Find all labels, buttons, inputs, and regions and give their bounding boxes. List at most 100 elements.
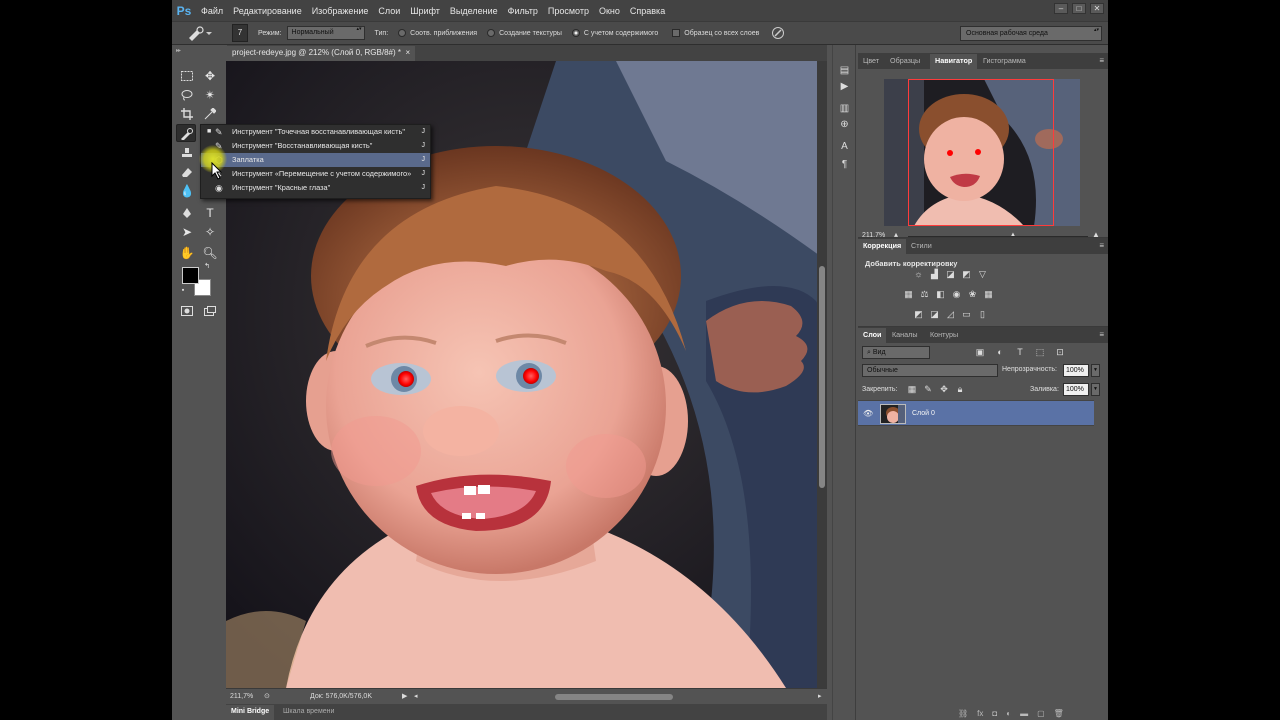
maximize-button[interactable]: □: [1072, 3, 1086, 14]
zoom-tool-icon[interactable]: 🔍︎: [200, 244, 220, 262]
link-layers-icon[interactable]: ⛓︎: [958, 709, 968, 718]
filter-type-icon[interactable]: T: [1014, 346, 1026, 358]
delete-layer-icon[interactable]: 🗑︎: [1054, 709, 1064, 718]
marquee-tool-icon[interactable]: [177, 67, 197, 85]
channel-mixer-icon[interactable]: ❀: [967, 289, 978, 300]
lock-transparency-icon[interactable]: ▦: [906, 383, 918, 395]
move-tool-icon[interactable]: ✥: [200, 67, 220, 85]
opacity-input[interactable]: 100%: [1063, 364, 1089, 377]
lock-pixels-icon[interactable]: ✎: [922, 383, 934, 395]
quick-mask-icon[interactable]: [177, 302, 197, 320]
menu-file[interactable]: Файл: [196, 6, 228, 16]
filter-adjustment-icon[interactable]: ◐: [994, 346, 1006, 358]
filter-shape-icon[interactable]: ⬚: [1034, 346, 1046, 358]
new-layer-icon[interactable]: ▢: [1037, 709, 1045, 718]
visibility-eye-icon[interactable]: 👁︎: [863, 409, 873, 418]
vertical-scrollbar[interactable]: [817, 61, 827, 688]
status-info-icon[interactable]: ⊙: [264, 692, 270, 700]
layer-filter-select[interactable]: ⌕ Вид: [862, 346, 930, 359]
brush-panel-icon[interactable]: ▥: [837, 101, 852, 116]
posterize-icon[interactable]: ◪: [929, 309, 940, 320]
scroll-right-icon[interactable]: ▸: [818, 692, 822, 700]
navigator-view-box[interactable]: [908, 79, 1054, 226]
default-colors-icon[interactable]: ▪: [178, 285, 188, 295]
color-lookup-icon[interactable]: ▦: [983, 289, 994, 300]
panel-menu-icon[interactable]: ≡: [1099, 56, 1104, 65]
tab-paths[interactable]: Контуры: [925, 328, 963, 343]
lasso-tool-icon[interactable]: [177, 86, 197, 104]
close-button[interactable]: ✕: [1090, 3, 1104, 14]
workspace-select[interactable]: Основная рабочая среда: [960, 26, 1102, 41]
scroll-left-icon[interactable]: ◂: [414, 692, 418, 700]
new-group-icon[interactable]: ▬: [1020, 709, 1028, 718]
fill-input[interactable]: 100%: [1063, 383, 1089, 396]
pen-tool-icon[interactable]: [177, 204, 197, 222]
navigator-thumbnail[interactable]: [884, 79, 1080, 226]
character-panel-icon[interactable]: A: [837, 139, 852, 154]
add-mask-icon[interactable]: ◘: [992, 709, 997, 718]
selective-color-icon[interactable]: ▯: [977, 309, 988, 320]
mode-select[interactable]: Нормальный: [286, 26, 365, 40]
type-radio-content-aware[interactable]: [571, 29, 580, 37]
shape-tool-icon[interactable]: ✧: [200, 223, 220, 241]
flyout-item-patch[interactable]: ⬡ Заплатка J: [201, 153, 430, 167]
menu-help[interactable]: Справка: [625, 6, 670, 16]
gradient-map-icon[interactable]: ▭: [961, 309, 972, 320]
tab-styles[interactable]: Стили: [906, 239, 937, 254]
horizontal-scroll-thumb[interactable]: [555, 694, 673, 700]
brightness-icon[interactable]: ☼: [913, 269, 924, 280]
threshold-icon[interactable]: ◿: [945, 309, 956, 320]
flyout-item-spot-healing[interactable]: ■ ✎ Инструмент "Точечная восстанавливающ…: [201, 125, 430, 139]
minimize-button[interactable]: –: [1054, 3, 1068, 14]
black-white-icon[interactable]: ◧: [935, 289, 946, 300]
menu-select[interactable]: Выделение: [445, 6, 503, 16]
menu-image[interactable]: Изображение: [307, 6, 374, 16]
tab-mini-bridge[interactable]: Mini Bridge: [226, 705, 275, 720]
layer-style-icon[interactable]: fx: [977, 709, 983, 718]
photo-filter-icon[interactable]: ◉: [951, 289, 962, 300]
vibrance-icon[interactable]: ▽: [977, 269, 988, 280]
layer-row[interactable]: 👁︎ Слой 0: [858, 400, 1094, 426]
flyout-item-content-aware-move[interactable]: ✕ Инструмент «Перемещение с учетом содер…: [201, 167, 430, 181]
tab-layers[interactable]: Слои: [858, 328, 887, 343]
eraser-tool-icon[interactable]: [177, 163, 197, 181]
tab-histogram[interactable]: Гистограмма: [978, 54, 1031, 69]
tool-preset-picker[interactable]: [184, 23, 214, 43]
foreground-color-swatch[interactable]: [182, 267, 199, 284]
pressure-icon[interactable]: [771, 26, 785, 40]
exposure-icon[interactable]: ◩: [961, 269, 972, 280]
tab-navigator[interactable]: Навигатор: [930, 54, 978, 69]
vertical-scroll-thumb[interactable]: [819, 266, 825, 488]
toolbox-grip[interactable]: ▸▸: [176, 47, 222, 55]
hue-saturation-icon[interactable]: ▦: [903, 289, 914, 300]
new-adjustment-icon[interactable]: ◐: [1006, 709, 1011, 718]
actions-panel-icon[interactable]: ▶: [837, 79, 852, 94]
menu-filter[interactable]: Фильтр: [503, 6, 543, 16]
tab-channels[interactable]: Каналы: [887, 328, 923, 343]
menu-window[interactable]: Окно: [594, 6, 625, 16]
status-menu-arrow-icon[interactable]: ▶: [402, 692, 407, 700]
hand-tool-icon[interactable]: ✋: [177, 244, 197, 262]
magic-wand-tool-icon[interactable]: ✴: [200, 86, 220, 104]
screen-mode-icon[interactable]: [200, 302, 220, 320]
zoom-level[interactable]: 211,7%: [230, 693, 253, 700]
menu-edit[interactable]: Редактирование: [228, 6, 307, 16]
clone-source-icon[interactable]: ⊕: [837, 117, 852, 132]
tab-color[interactable]: Цвет: [858, 54, 884, 69]
brush-size-picker[interactable]: 7: [232, 24, 248, 42]
swap-colors-icon[interactable]: ↰: [202, 261, 212, 271]
lock-position-icon[interactable]: ✥: [938, 383, 950, 395]
flyout-item-red-eye[interactable]: ◉ Инструмент "Красные глаза" J: [201, 181, 430, 195]
type-tool-icon[interactable]: T: [200, 204, 220, 222]
panel-menu-icon[interactable]: ≡: [1099, 330, 1104, 339]
path-selection-tool-icon[interactable]: ➤: [177, 223, 197, 241]
menu-view[interactable]: Просмотр: [543, 6, 594, 16]
filter-smart-object-icon[interactable]: ⊡: [1054, 346, 1066, 358]
curves-icon[interactable]: ◪: [945, 269, 956, 280]
filter-pixel-icon[interactable]: ▣: [974, 346, 986, 358]
blend-mode-select[interactable]: Обычные: [862, 364, 998, 377]
fill-dropdown-icon[interactable]: ▼: [1091, 383, 1100, 396]
invert-icon[interactable]: ◩: [913, 309, 924, 320]
tab-timeline[interactable]: Шкала времени: [278, 705, 339, 720]
panel-menu-icon[interactable]: ≡: [1099, 241, 1104, 250]
